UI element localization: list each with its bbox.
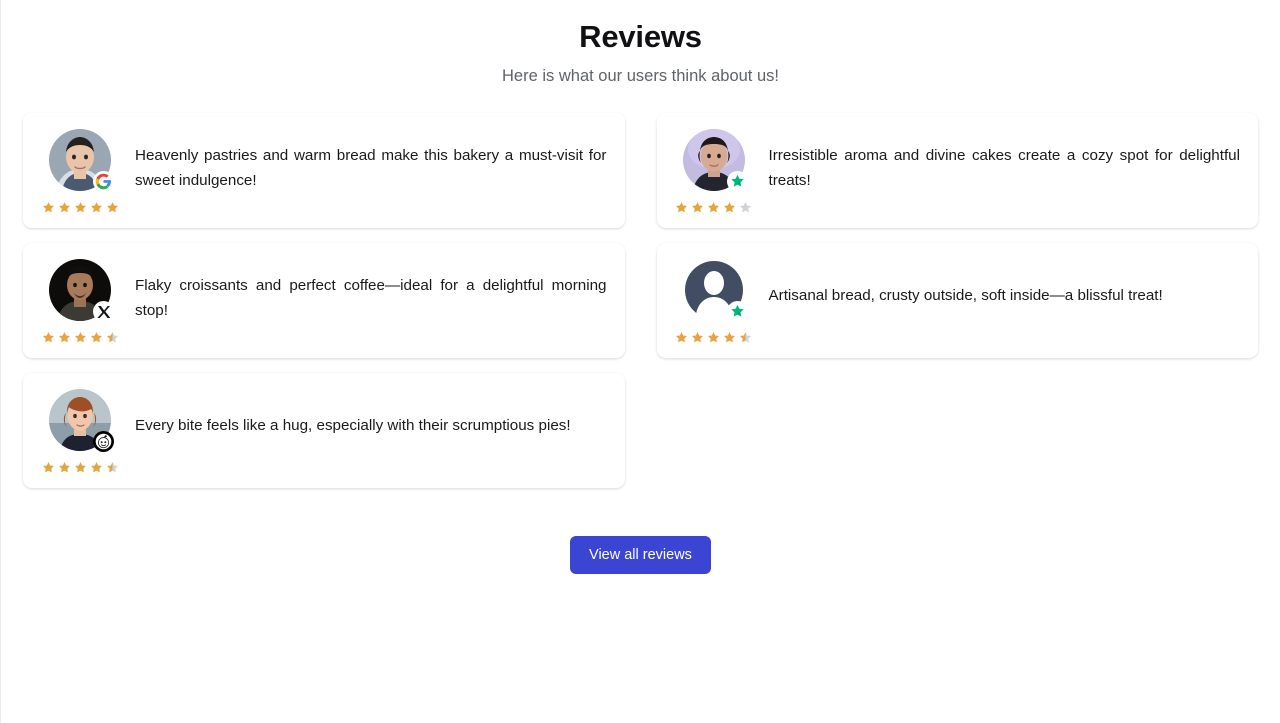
reviews-grid: Heavenly pastries and warm bread make th… [23, 113, 1258, 503]
star-filled-icon [676, 331, 687, 342]
review-author-block [675, 129, 753, 214]
review-text: Heavenly pastries and warm bread make th… [135, 147, 607, 189]
review-author-block [41, 129, 119, 214]
page-footer: View all reviews [1, 536, 1280, 574]
review-column-2: Irresistible aroma and divine cakes crea… [641, 113, 1258, 228]
reviews-page: Reviews Here is what our users think abo… [0, 0, 1280, 723]
review-column-3: Flaky croissants and perfect coffee—idea… [23, 243, 641, 358]
star-half-icon [106, 331, 118, 342]
review-author-block [41, 389, 119, 474]
review-author-block [41, 259, 119, 344]
review-text: Every bite feels like a hug, especially … [135, 417, 571, 434]
star-filled-icon [74, 201, 86, 212]
avatar-wrap [682, 259, 748, 322]
avatar-wrap [682, 129, 748, 192]
star-filled-icon [74, 461, 86, 472]
page-subtitle: Here is what our users think about us! [502, 67, 779, 85]
star-half-icon [740, 331, 751, 342]
star-half-icon [106, 461, 118, 472]
star-filled-icon [42, 201, 54, 212]
star-filled-icon [90, 331, 102, 342]
trustpilot-icon [726, 301, 748, 322]
view-all-reviews-button[interactable]: View all reviews [570, 536, 711, 574]
page-title: Reviews [579, 19, 702, 54]
star-filled-icon [42, 331, 54, 342]
avatar-wrap [49, 389, 114, 452]
review-text: Flaky croissants and perfect coffee—idea… [135, 277, 607, 319]
star-filled-icon [58, 201, 70, 212]
star-filled-icon [58, 331, 70, 342]
star-filled-icon [676, 201, 687, 212]
page-header: Reviews Here is what our users think abo… [1, 0, 1280, 87]
avatar-wrap [49, 129, 114, 192]
star-rating [42, 330, 119, 344]
review-card[interactable]: Heavenly pastries and warm bread make th… [23, 113, 625, 228]
x-twitter-icon [93, 301, 114, 322]
review-text: Irresistible aroma and divine cakes crea… [768, 147, 1241, 189]
star-filled-icon [692, 331, 703, 342]
star-rating [675, 330, 752, 344]
review-card[interactable]: Flaky croissants and perfect coffee—idea… [23, 243, 625, 358]
google-icon [93, 171, 114, 192]
review-card[interactable]: Every bite feels like a hug, especially … [23, 373, 625, 488]
avatar-wrap [49, 259, 114, 322]
star-rating [675, 200, 752, 214]
review-column-4: Artisanal bread, crusty outside, soft in… [641, 243, 1258, 358]
review-text: Artisanal bread, crusty outside, soft in… [768, 287, 1163, 304]
review-author-block [675, 259, 753, 344]
star-filled-icon [42, 461, 54, 472]
star-empty-icon [740, 201, 751, 212]
star-filled-icon [708, 201, 719, 212]
star-filled-icon [90, 461, 102, 472]
star-filled-icon [692, 201, 703, 212]
review-column-1: Heavenly pastries and warm bread make th… [23, 113, 641, 228]
star-rating [42, 200, 119, 214]
star-rating [42, 460, 119, 474]
reddit-icon [93, 431, 114, 452]
trustpilot-icon [726, 171, 748, 192]
review-column-5: Every bite feels like a hug, especially … [23, 373, 641, 488]
star-filled-icon [74, 331, 86, 342]
star-filled-icon [724, 331, 735, 342]
review-card[interactable]: Irresistible aroma and divine cakes crea… [656, 113, 1258, 228]
review-card[interactable]: Artisanal bread, crusty outside, soft in… [656, 243, 1258, 358]
star-filled-icon [58, 461, 70, 472]
star-filled-icon [708, 331, 719, 342]
star-filled-icon [90, 201, 102, 212]
star-filled-icon [724, 201, 735, 212]
star-filled-icon [106, 201, 118, 212]
